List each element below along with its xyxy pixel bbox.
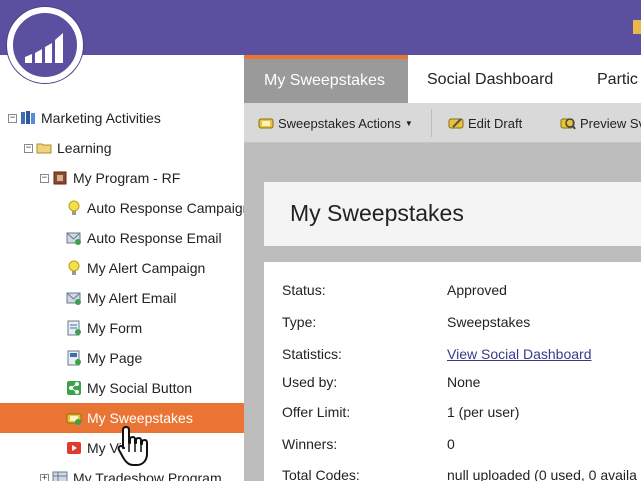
tree-item-label: Learning <box>57 140 112 156</box>
details-panel: Status: Approved Type: Sweepstakes Statistic… <box>264 262 641 481</box>
tab-participants[interactable]: Partic <box>597 55 641 103</box>
collapse-icon[interactable]: − <box>24 143 33 153</box>
collapse-icon[interactable]: − <box>8 113 17 123</box>
tree-item-label: My Alert Campaign <box>87 260 206 276</box>
preview-button[interactable]: Preview Sv <box>560 103 641 143</box>
collapse-icon[interactable]: − <box>40 173 49 183</box>
tree-item-my-form[interactable]: My Form <box>0 313 244 343</box>
detail-value: 0 <box>447 436 455 452</box>
email-icon <box>66 230 82 246</box>
folder-icon <box>36 140 52 156</box>
landing-page-icon <box>66 350 82 366</box>
toolbar: Sweepstakes Actions ▼ Edit Draft Preview… <box>244 103 641 143</box>
form-icon <box>66 320 82 336</box>
detail-label: Offer Limit: <box>282 404 351 420</box>
campaign-bulb-icon <box>66 200 82 216</box>
tree-item-label: My Sweepstakes <box>87 410 193 426</box>
header-corner-icon <box>633 20 641 34</box>
tree-item-label: Auto Response Email <box>87 230 222 246</box>
navigation-tree: − Marketing Activities − Learning − My Progra… <box>0 55 244 481</box>
detail-label: Statistics: <box>282 346 342 362</box>
chevron-down-icon: ▼ <box>404 118 413 128</box>
preview-magnifier-icon <box>560 115 576 131</box>
detail-label: Status: <box>282 282 326 298</box>
sweepstakes-icon <box>258 115 274 131</box>
detail-label: Total Codes: <box>282 467 360 481</box>
tradeshow-program-icon <box>52 470 68 481</box>
detail-value: 1 (per user) <box>447 404 520 420</box>
tab-my-sweepstakes[interactable]: My Sweepstakes <box>244 55 408 103</box>
email-icon <box>66 290 82 306</box>
tree-item-auto-response-email[interactable]: Auto Response Email <box>0 223 244 253</box>
tree-item-learning[interactable]: − Learning <box>0 133 244 163</box>
tree-item-label: My Social Button <box>87 380 193 396</box>
detail-value: null uploaded (0 used, 0 availa <box>447 467 637 481</box>
tab-bar: My Sweepstakes Social Dashboard Partic <box>244 55 641 103</box>
detail-value: None <box>447 374 481 390</box>
detail-value: Approved <box>447 282 507 298</box>
campaign-bulb-icon <box>66 260 82 276</box>
program-icon <box>52 170 68 186</box>
tree-item-my-alert-email[interactable]: My Alert Email <box>0 283 244 313</box>
edit-draft-button[interactable]: Edit Draft <box>448 103 522 143</box>
sweepstakes-actions-label: Sweepstakes Actions <box>278 115 401 131</box>
expand-icon[interactable]: + <box>40 473 49 481</box>
toolbar-divider <box>431 109 432 137</box>
tree-item-label: My Page <box>87 350 143 366</box>
tree-item-my-alert-campaign[interactable]: My Alert Campaign <box>0 253 244 283</box>
edit-draft-icon <box>448 115 464 131</box>
tree-item-marketing-activities[interactable]: − Marketing Activities <box>0 103 244 133</box>
marketo-logo[interactable] <box>7 7 83 83</box>
sweepstakes-actions-button[interactable]: Sweepstakes Actions ▼ <box>258 103 413 143</box>
tree-item-label: My Tradeshow Program <box>73 470 222 481</box>
tree-item-my-page[interactable]: My Page <box>0 343 244 373</box>
tree-item-label: Marketing Activities <box>41 110 161 126</box>
tree-item-my-program-rf[interactable]: − My Program - RF <box>0 163 244 193</box>
title-panel: My Sweepstakes <box>264 182 641 246</box>
edit-draft-label: Edit Draft <box>468 115 523 131</box>
detail-label: Type: <box>282 314 317 330</box>
main-content: My Sweepstakes Status: Approved Type: Sweep… <box>244 143 641 481</box>
marketing-activities-icon <box>20 110 36 126</box>
top-header-bar <box>0 0 641 55</box>
detail-label: Used by: <box>282 374 338 390</box>
video-icon <box>66 440 82 456</box>
preview-label: Preview Sv <box>580 115 641 131</box>
logo-bars-icon <box>25 33 63 63</box>
detail-label: Winners: <box>282 436 338 452</box>
social-button-icon <box>66 380 82 396</box>
page-title: My Sweepstakes <box>290 200 464 226</box>
tab-social-dashboard[interactable]: Social Dashboard <box>427 55 557 103</box>
tree-item-label: My Alert Email <box>87 290 177 306</box>
hand-cursor-icon <box>117 426 148 466</box>
detail-value: Sweepstakes <box>447 314 531 330</box>
tree-item-label: Auto Response Campaign <box>87 200 244 216</box>
view-social-dashboard-link[interactable]: View Social Dashboard <box>447 346 592 362</box>
tree-item-my-social-button[interactable]: My Social Button <box>0 373 244 403</box>
tree-item-label: My Program - RF <box>73 170 181 186</box>
tree-item-label: My Form <box>87 320 143 336</box>
sweepstakes-icon <box>66 410 82 426</box>
tree-item-auto-response-campaign[interactable]: Auto Response Campaign <box>0 193 244 223</box>
